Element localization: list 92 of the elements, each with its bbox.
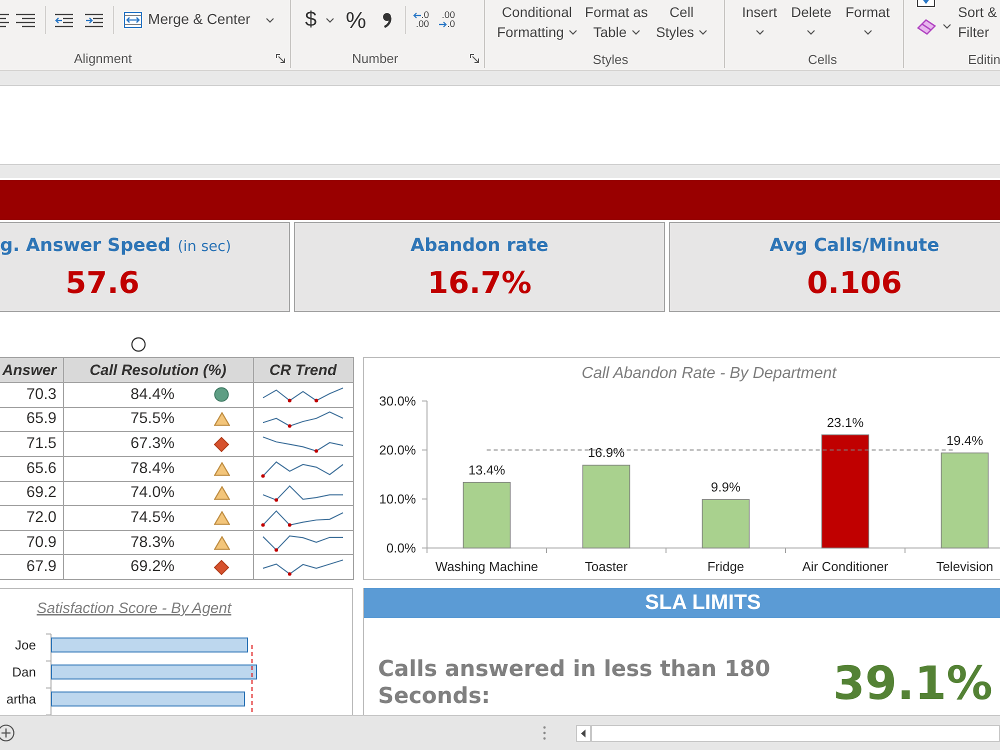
resolution-value: 69.2% — [130, 558, 174, 576]
decimal-button[interactable]: .00 .0 — [439, 11, 456, 30]
comma-style-icon[interactable] — [382, 12, 392, 28]
table-cell: 70.9 — [0, 530, 63, 555]
right-arrow-icon — [439, 21, 448, 28]
cells-menu-button[interactable]: Delete — [791, 0, 832, 42]
group-label: Alignment — [74, 50, 132, 66]
resolution-value: 75.5% — [130, 410, 174, 428]
caret-icon — [326, 18, 334, 23]
group-label: Editin — [968, 52, 1000, 66]
eraser-icon[interactable] — [917, 18, 937, 35]
formula-bar-field[interactable] — [0, 85, 1000, 165]
target-line — [251, 645, 253, 715]
caret-icon — [699, 30, 708, 34]
table-cell: 65.6 — [0, 456, 63, 481]
tick-label: 20.0% — [379, 442, 416, 458]
caret-icon — [266, 18, 274, 23]
cells-menu-button[interactable]: Insert — [742, 0, 778, 42]
sla-metric-label: Calls answered in less than 180 Seconds: — [378, 656, 772, 710]
caret-icon — [864, 30, 872, 34]
merge-cells-icon — [124, 12, 142, 28]
group-label: Styles — [592, 52, 628, 66]
agent-label: artha — [6, 692, 36, 706]
ring-icon — [131, 337, 146, 352]
group-label: Number — [352, 50, 398, 66]
category-label: Washing Machine — [435, 559, 538, 574]
group-label: Cells — [808, 52, 837, 66]
merge-center-button[interactable]: Merge & Center — [120, 12, 278, 28]
agent-label: Joe — [15, 638, 36, 652]
kpi-value: 57.6 — [65, 266, 140, 302]
resolution-value: 78.3% — [130, 534, 174, 552]
align-lines-icon[interactable] — [0, 12, 9, 28]
currency-button[interactable]: $ — [305, 8, 334, 32]
resolution-value: 74.0% — [130, 484, 174, 502]
data-label: 23.1% — [826, 414, 864, 430]
category-label: Air Conditioner — [802, 559, 888, 574]
sla-header: SLA LIMITS — [364, 588, 1000, 618]
table-cell: 69.2 — [0, 481, 63, 506]
tick-label: 30.0% — [379, 394, 416, 408]
sort-filter-button[interactable]: Sort & Filter — [958, 0, 997, 42]
table-cell: 71.5 — [0, 432, 63, 456]
chart-title: Call Abandon Rate - By Department — [582, 365, 836, 382]
kpi-value: 16.7% — [427, 266, 532, 302]
chart-title: Satisfaction Score - By Agent — [36, 600, 232, 617]
increase-indent-icon[interactable] — [85, 12, 103, 28]
category-label: Television — [936, 559, 994, 574]
tick-label: 0.0% — [386, 540, 416, 556]
data-label: 19.4% — [946, 432, 984, 448]
decimal-button[interactable]: .0 .00 — [413, 11, 430, 30]
column-header: Answer — [0, 358, 63, 382]
column-header: CR Trend — [253, 358, 353, 382]
resolution-value: 78.4% — [130, 460, 174, 478]
caret-icon — [632, 30, 640, 34]
decrease-indent-icon[interactable] — [55, 12, 73, 28]
kpi-title: Abandon rate — [410, 235, 548, 257]
data-label: 16.9% — [588, 445, 625, 460]
scroll-left-icon[interactable] — [576, 724, 591, 742]
column-header: Call Resolution (%) — [63, 358, 253, 382]
percent-button[interactable]: % — [346, 6, 366, 34]
kpi-title: g. Answer Speed — [0, 235, 171, 257]
category-label: Toaster — [584, 559, 628, 574]
dialog-launcher-icon[interactable] — [470, 54, 479, 63]
table-cell: 72.0 — [0, 506, 63, 530]
table-cell: 67.9 — [0, 554, 63, 580]
left-arrow-icon — [413, 12, 422, 20]
data-label: 9.9% — [710, 480, 741, 494]
add-sheet-icon[interactable] — [0, 724, 16, 742]
style-menu-button[interactable]: Cell Styles — [656, 0, 708, 42]
resolution-value: 74.5% — [130, 508, 174, 527]
style-menu-button[interactable]: Format as Table — [584, 0, 648, 42]
category-label: Fridge — [707, 559, 744, 574]
agent-label: Dan — [12, 664, 36, 680]
tick-label: 10.0% — [379, 492, 416, 506]
style-menu-button[interactable]: Conditional Formatting — [497, 0, 577, 42]
fill-icon[interactable] — [917, 0, 935, 7]
caret-icon — [568, 30, 577, 34]
table-cell: 65.9 — [0, 407, 63, 432]
resolution-value: 67.3% — [130, 435, 174, 454]
caret-icon — [807, 30, 816, 34]
kpi-value: 0.106 — [807, 266, 902, 302]
align-right-icon[interactable] — [16, 12, 35, 28]
sla-metric-value: 39.1% — [833, 656, 993, 710]
caret-icon — [756, 30, 764, 34]
table-cell: 70.3 — [0, 382, 63, 408]
caret-icon — [943, 24, 951, 29]
dialog-launcher-icon[interactable] — [276, 54, 285, 63]
drag-handle-icon[interactable] — [543, 726, 546, 740]
kpi-title: Avg Calls/Minute — [770, 235, 940, 257]
kpi-unit: (in sec) — [178, 239, 232, 255]
resolution-value: 84.4% — [130, 386, 174, 404]
cells-menu-button[interactable]: Format — [845, 0, 890, 42]
data-label: 13.4% — [468, 462, 506, 478]
